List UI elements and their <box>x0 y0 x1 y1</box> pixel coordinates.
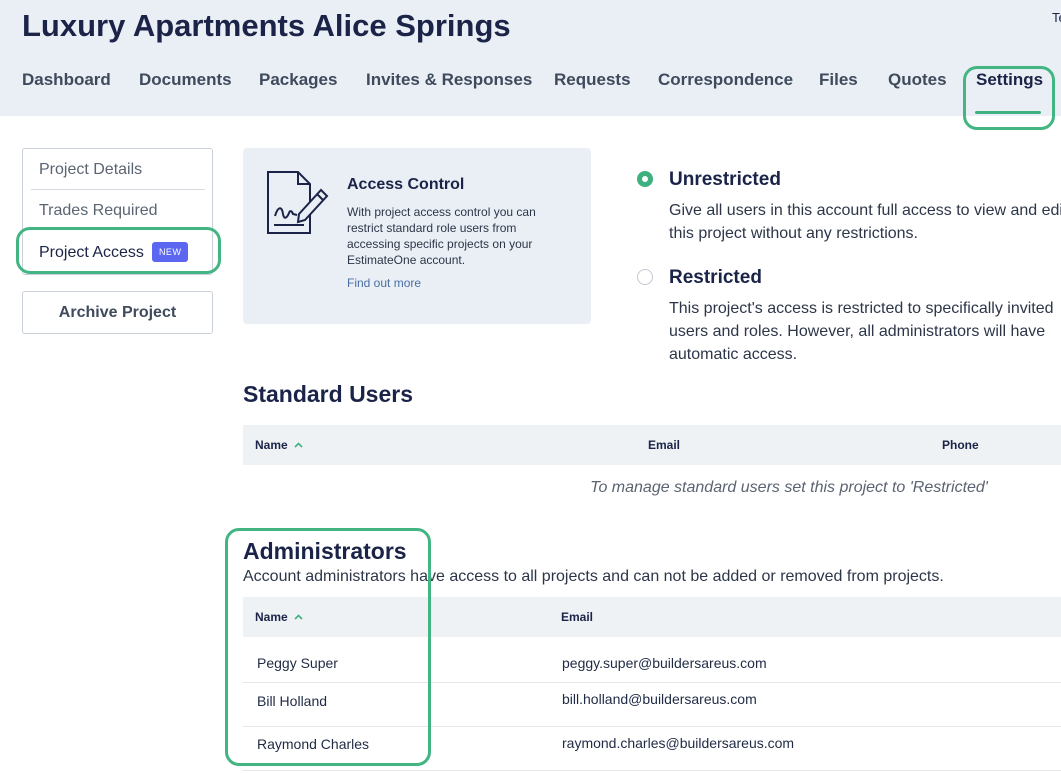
administrators-subtitle: Account administrators have access to al… <box>243 568 944 585</box>
sidebar-item-label: Project Access <box>39 244 144 261</box>
standard-users-title: Standard Users <box>243 381 414 407</box>
unrestricted-description: Give all users in this account full acce… <box>669 202 1061 242</box>
admin-email: raymond.charles@buildersareus.com <box>562 735 795 751</box>
new-badge: NEW <box>151 242 189 262</box>
admin-name: Peggy Super <box>257 655 338 671</box>
column-header-phone: Phone <box>942 438 979 452</box>
access-control-card: Access Control With project access contr… <box>243 148 591 324</box>
tab-invites-responses[interactable]: Invites & Responses <box>366 70 532 90</box>
tab-files[interactable]: Files <box>819 70 858 90</box>
column-header-name[interactable]: Name <box>255 438 303 452</box>
table-row: Bill Holland bill.holland@buildersareus.… <box>243 683 1061 727</box>
tab-settings[interactable]: Settings <box>976 70 1043 90</box>
tab-quotes[interactable]: Quotes <box>888 70 947 90</box>
admin-email: peggy.super@buildersareus.com <box>562 655 767 671</box>
sidebar-item-project-access[interactable]: Project Access NEW <box>39 242 189 262</box>
sidebar-divider <box>31 189 205 190</box>
archive-project-button[interactable]: Archive Project <box>22 291 213 334</box>
administrators-table-header: Name Email <box>243 597 1061 637</box>
access-control-title: Access Control <box>347 176 465 193</box>
restricted-title[interactable]: Restricted <box>669 267 762 289</box>
document-signature-icon <box>267 171 329 234</box>
page-title: Luxury Apartments Alice Springs <box>22 8 511 43</box>
settings-sidebar: Project Details Trades Required Project … <box>22 148 213 275</box>
tab-packages[interactable]: Packages <box>259 70 337 90</box>
administrators-title: Administrators <box>243 538 407 564</box>
tab-correspondence[interactable]: Correspondence <box>658 70 793 90</box>
header-corner-text[interactable]: Te <box>1052 10 1061 25</box>
unrestricted-title[interactable]: Unrestricted <box>669 169 781 191</box>
tab-documents[interactable]: Documents <box>139 70 232 90</box>
sidebar-item-trades-required[interactable]: Trades Required <box>39 202 158 220</box>
column-header-name[interactable]: Name <box>255 610 303 624</box>
admin-email: bill.holland@buildersareus.com <box>562 691 757 707</box>
restricted-radio[interactable] <box>637 269 653 285</box>
access-control-description: With project access control you can rest… <box>347 205 536 267</box>
sidebar-item-project-details[interactable]: Project Details <box>39 161 142 179</box>
tab-requests[interactable]: Requests <box>554 70 631 90</box>
admin-name: Raymond Charles <box>257 736 370 752</box>
standard-users-table-header: Name Email Phone <box>243 425 1061 465</box>
active-tab-indicator <box>975 111 1041 114</box>
find-out-more-link[interactable]: Find out more <box>347 276 421 290</box>
project-header: Luxury Apartments Alice Springs Te <box>0 0 1061 116</box>
table-row: Raymond Charles raymond.charles@builders… <box>243 727 1061 771</box>
tab-dashboard[interactable]: Dashboard <box>22 70 111 90</box>
sort-ascending-icon[interactable] <box>294 614 303 620</box>
restricted-description: This project's access is restricted to s… <box>669 300 1054 363</box>
column-header-email: Email <box>561 610 594 624</box>
column-header-email: Email <box>648 438 681 452</box>
unrestricted-radio[interactable] <box>637 171 653 187</box>
sort-ascending-icon[interactable] <box>294 442 303 448</box>
standard-users-empty-message: To manage standard users set this projec… <box>590 479 988 496</box>
table-row: Peggy Super peggy.super@buildersareus.co… <box>243 639 1061 683</box>
admin-name: Bill Holland <box>257 693 328 709</box>
